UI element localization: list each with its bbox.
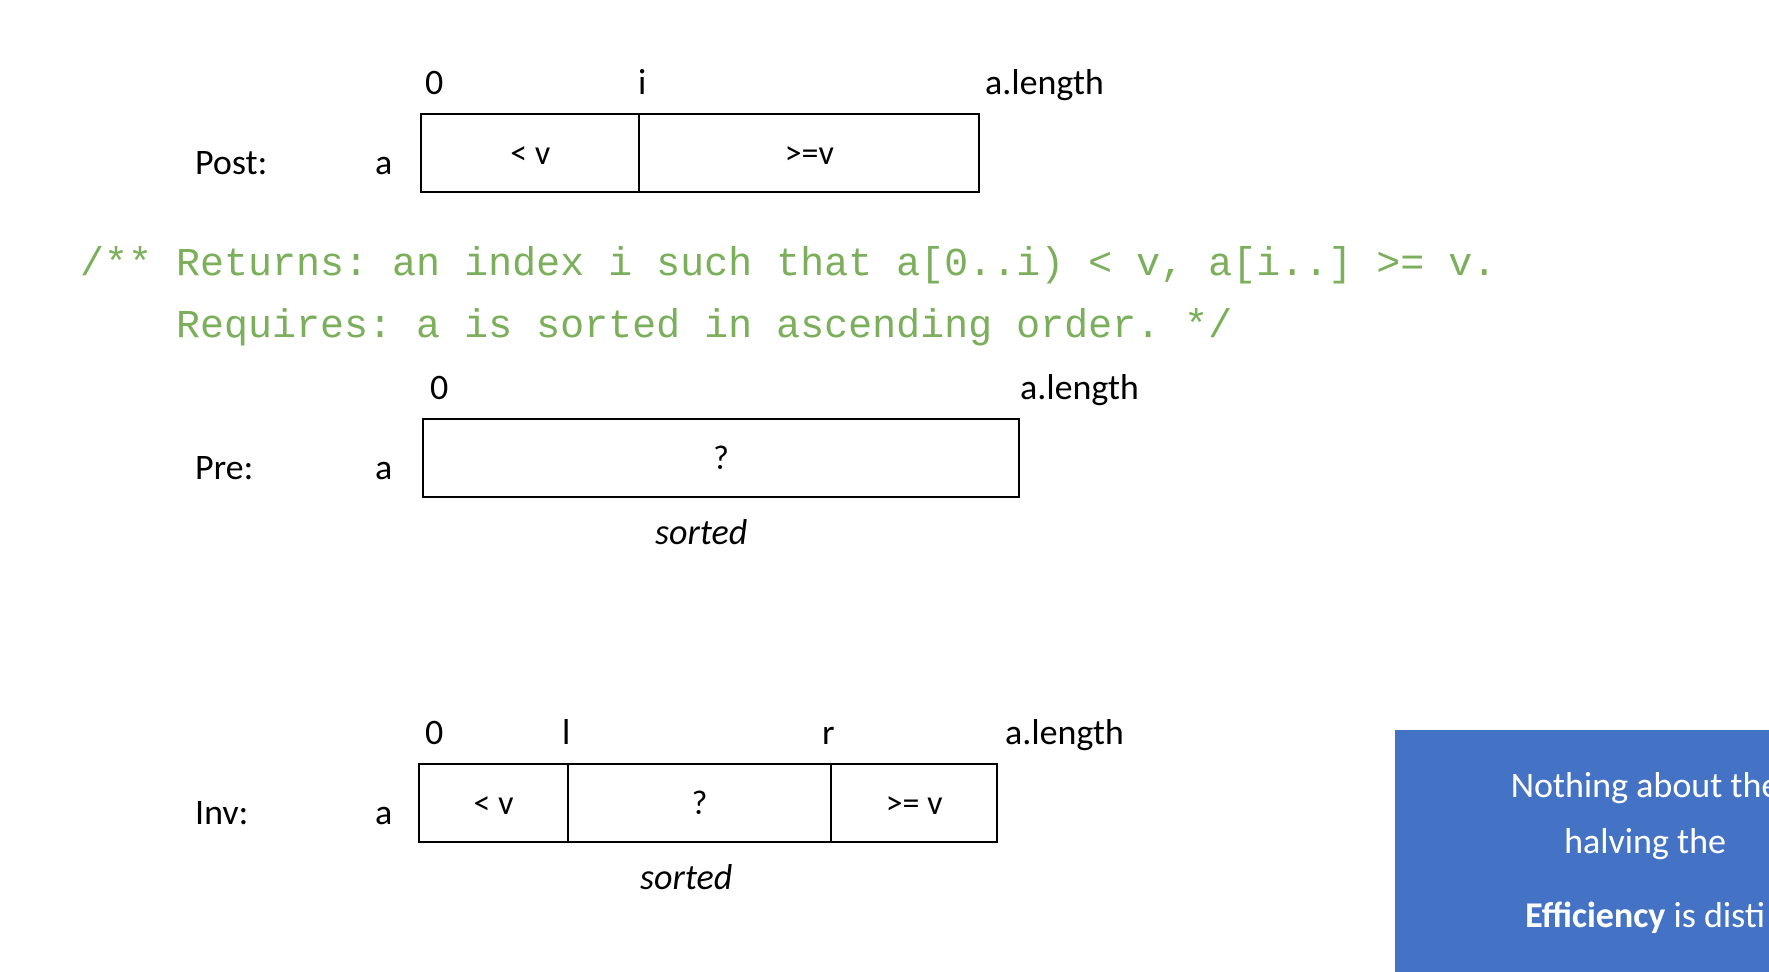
pre-label: Pre:: [195, 445, 253, 489]
inv-seg-ge-v: >= v: [832, 765, 996, 841]
inv-index-end: a.length: [1005, 710, 1124, 754]
callout-line2: halving the: [1415, 814, 1769, 870]
pre-array-name: a: [375, 445, 392, 489]
inv-seg-unknown: ?: [569, 765, 832, 841]
post-seg-lt-v: < v: [422, 115, 640, 191]
callout-line3-rest: is disti: [1665, 893, 1765, 937]
pre-caption: sorted: [655, 510, 747, 554]
pre-index-end: a.length: [1020, 365, 1139, 409]
pre-seg-unknown: ?: [424, 420, 1018, 496]
inv-index-l: l: [562, 710, 570, 754]
post-array-name: a: [375, 140, 392, 184]
spec-line1: /** Returns: an index i such that a[0..i…: [80, 235, 1496, 297]
callout-line3-bold: Efficiency: [1525, 893, 1665, 937]
post-seg-ge-v: >=v: [640, 115, 978, 191]
pre-index-0: 0: [430, 365, 448, 409]
callout-line3: Efficiency is disti: [1415, 888, 1769, 944]
inv-array-box: < v ? >= v: [418, 763, 998, 843]
post-array-box: < v >=v: [420, 113, 980, 193]
post-label: Post:: [195, 140, 267, 184]
inv-label: Inv:: [195, 790, 248, 834]
inv-seg-lt-v: < v: [420, 765, 569, 841]
inv-index-r: r: [822, 710, 835, 754]
inv-array-name: a: [375, 790, 392, 834]
inv-index-0: 0: [425, 710, 443, 754]
spec-line2: Requires: a is sorted in ascending order…: [80, 297, 1232, 359]
post-index-0: 0: [425, 60, 443, 104]
slide: Post: a 0 i a.length < v >=v /** Returns…: [0, 0, 1769, 972]
callout-line1: Nothing about the: [1415, 758, 1769, 814]
callout-box: Nothing about the halving the Efficiency…: [1395, 730, 1769, 972]
post-index-i: i: [638, 60, 646, 104]
pre-array-box: ?: [422, 418, 1020, 498]
post-index-end: a.length: [985, 60, 1104, 104]
inv-caption: sorted: [640, 855, 732, 899]
